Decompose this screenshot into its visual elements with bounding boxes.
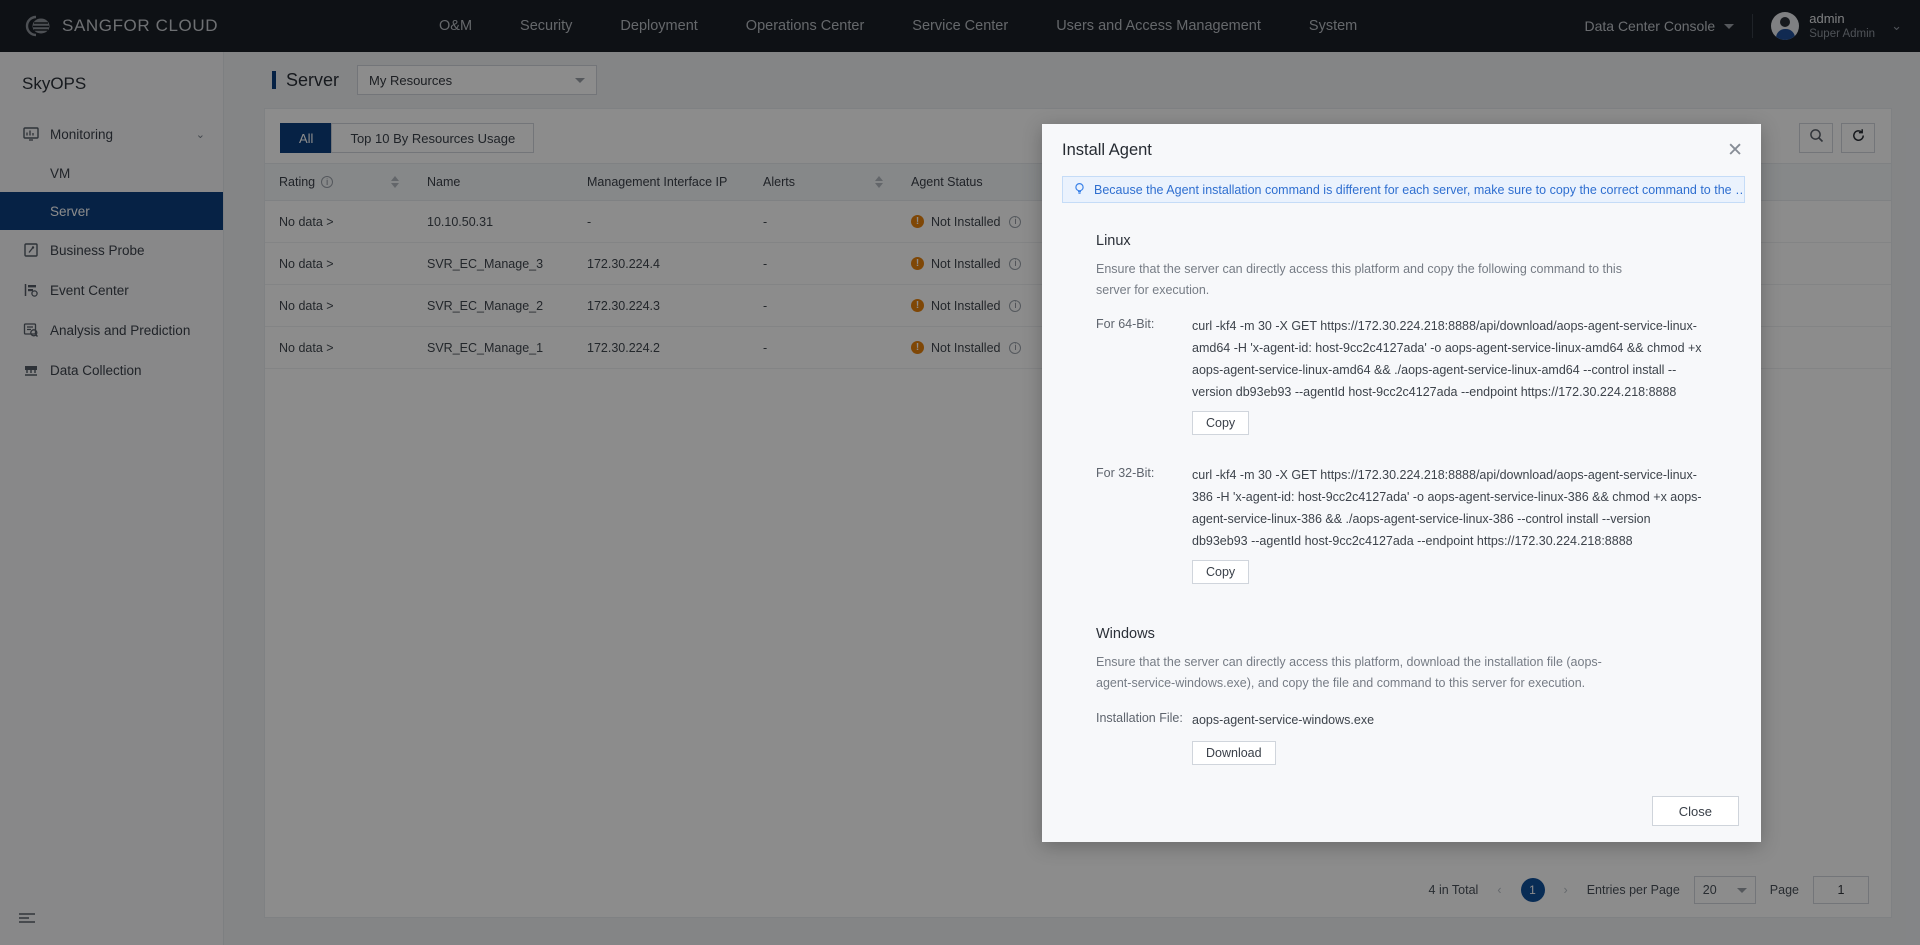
installation-file-value: aops-agent-service-windows.exe [1192, 712, 1375, 727]
copy-64bit-button[interactable]: Copy [1192, 411, 1250, 436]
linux-section-heading: Linux [1096, 233, 1131, 249]
linux-64bit-command[interactable]: curl -kf4 -m 30 -X GET https://172.30.22… [1192, 316, 1702, 403]
download-button[interactable]: Download [1192, 741, 1276, 766]
windows-section-description: Ensure that the server can directly acce… [1096, 655, 1602, 690]
dialog-header: Install Agent ✕ [1042, 124, 1761, 176]
linux-64bit-actions: Copy [1192, 411, 1745, 436]
windows-file-row: Installation File: aops-agent-service-wi… [1096, 710, 1745, 732]
linux-32bit-label: For 32-Bit: [1096, 466, 1155, 481]
info-banner-text: Because the Agent installation command i… [1094, 182, 1745, 197]
linux-32bit-command[interactable]: curl -kf4 -m 30 -X GET https://172.30.22… [1192, 465, 1702, 552]
linux-64bit-row: For 64-Bit: curl -kf4 -m 30 -X GET https… [1096, 316, 1745, 403]
copy-32bit-button[interactable]: Copy [1192, 560, 1250, 585]
info-banner: Because the Agent installation command i… [1062, 176, 1745, 203]
linux-64bit-label: For 64-Bit: [1096, 317, 1155, 332]
installation-file-label: Installation File: [1096, 710, 1183, 725]
windows-download-actions: Download [1192, 741, 1745, 766]
dialog-footer: Close [1042, 780, 1761, 842]
lightbulb-icon [1073, 182, 1086, 198]
dialog-title: Install Agent [1062, 140, 1152, 159]
close-icon[interactable]: ✕ [1727, 141, 1743, 160]
linux-section-description: Ensure that the server can directly acce… [1096, 262, 1622, 297]
linux-32bit-row: For 32-Bit: curl -kf4 -m 30 -X GET https… [1096, 465, 1745, 552]
application-root: SANGFOR CLOUD O&M Security Deployment Op… [0, 0, 1920, 945]
dialog-body[interactable]: Because the Agent installation command i… [1042, 176, 1761, 780]
close-button[interactable]: Close [1651, 796, 1739, 826]
windows-section-heading: Windows [1096, 626, 1155, 643]
linux-32bit-actions: Copy [1192, 560, 1745, 585]
install-agent-dialog: Install Agent ✕ Because the Agent instal… [1042, 124, 1761, 842]
